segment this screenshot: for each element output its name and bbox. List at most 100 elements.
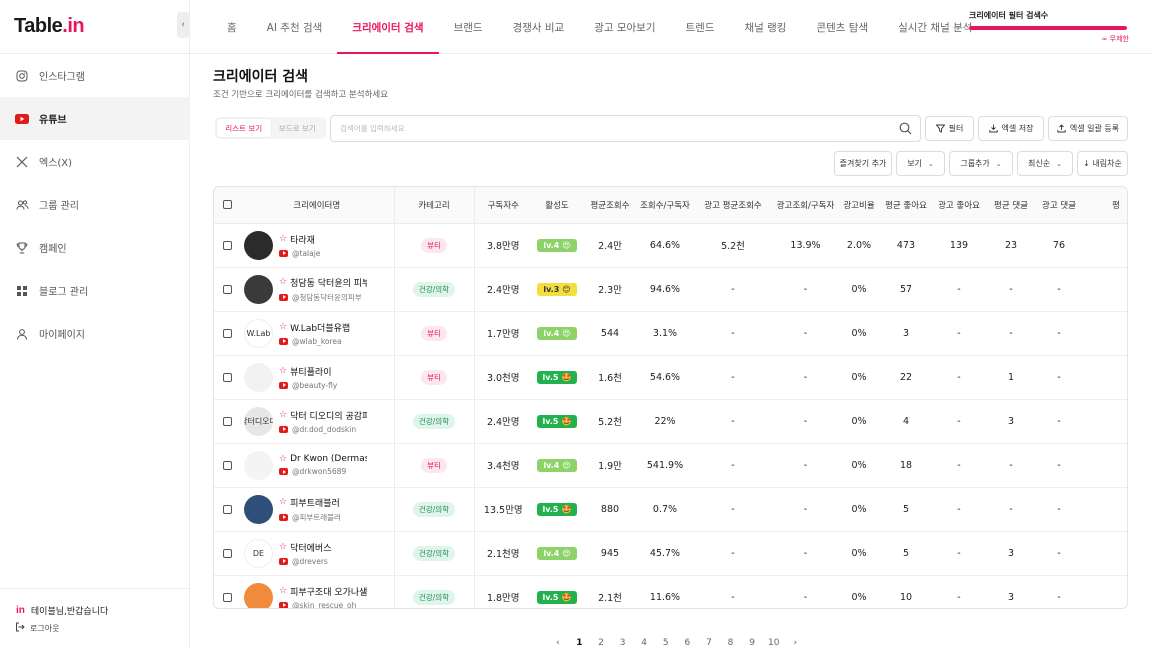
page-button[interactable]: 10 (763, 638, 785, 648)
next-page-button[interactable]: › (785, 638, 807, 648)
tab-4[interactable]: 경쟁사 비교 (498, 0, 580, 54)
table-row[interactable]: ☆ 피부구조대 오가나샐 @skin_rescue_oh 건강/의학 1.8만명 lv.5… (214, 575, 1127, 608)
table-row[interactable]: ☆ 피부트래블러 @피부트래블러 건강/의학 13.5만명 lv.5 🤩 880 0.7% - -0… (214, 487, 1127, 532)
sidebar-item-trophy[interactable]: 캠페인 (0, 226, 190, 269)
view-dropdown[interactable]: 보기 ⌄ (896, 151, 945, 176)
excel-save-button[interactable]: 엑셀 저장 (978, 116, 1044, 141)
tab-0[interactable]: 홈 (212, 0, 252, 54)
creator-name[interactable]: 청담동 닥터윤의 피부 (290, 276, 367, 289)
row-checkbox[interactable] (222, 460, 232, 470)
column-header[interactable]: 평균 좋아요 (881, 187, 931, 224)
avatar[interactable] (244, 450, 273, 480)
star-icon[interactable]: ☆ (279, 322, 287, 332)
page-button[interactable]: 3 (612, 638, 634, 648)
column-header[interactable]: 구독자수 (474, 187, 532, 224)
row-checkbox[interactable] (222, 372, 232, 382)
sidebar-collapse-button[interactable]: ‹ (177, 12, 189, 38)
tab-7[interactable]: 채널 랭킹 (729, 0, 801, 54)
page-button[interactable]: 8 (720, 638, 742, 648)
row-checkbox[interactable] (222, 548, 232, 558)
row-checkbox[interactable] (222, 240, 232, 250)
star-icon[interactable]: ☆ (279, 410, 287, 420)
excel-bulk-upload-button[interactable]: 엑셀 일괄 등록 (1048, 116, 1128, 141)
sidebar-item-user[interactable]: 마이페이지 (0, 312, 190, 355)
column-header[interactable]: 광고비율 (837, 187, 881, 224)
tab-3[interactable]: 브랜드 (439, 0, 498, 54)
table-row[interactable]: ☆ 타라재 @talaje 뷰티 3.8만명 lv.4 😍 2.4만 64.6% 5.2천 13.9… (214, 223, 1127, 268)
tab-8[interactable]: 콘텐츠 탐색 (801, 0, 883, 54)
page-button[interactable]: 4 (633, 638, 655, 648)
column-header[interactable]: 평균조회수 (582, 187, 638, 224)
star-icon[interactable]: ☆ (279, 454, 287, 464)
filter-button[interactable]: 필터 (925, 116, 974, 141)
row-checkbox[interactable] (222, 284, 232, 294)
column-header[interactable]: 평 (1083, 187, 1127, 224)
sidebar-item-x[interactable]: 엑스(X) (0, 140, 190, 183)
column-header[interactable]: 광고 평균조회수 (692, 187, 774, 224)
star-icon[interactable]: ☆ (279, 586, 287, 596)
row-checkbox[interactable] (222, 328, 232, 338)
avatar[interactable] (244, 362, 273, 392)
column-header[interactable]: 카테고리 (394, 187, 475, 224)
tab-6[interactable]: 트렌드 (671, 0, 730, 54)
avatar[interactable]: DE (244, 538, 273, 568)
tab-5[interactable]: 광고 모아보기 (579, 0, 670, 54)
creator-name[interactable]: 닥터에버스 (290, 541, 331, 554)
creator-name[interactable]: W.Lab더블유랩 (290, 321, 350, 334)
list-view-button[interactable]: 리스트 보기 (217, 119, 271, 137)
row-checkbox[interactable] (222, 592, 232, 602)
creator-name[interactable]: 타라재 (290, 233, 315, 246)
star-icon[interactable]: ☆ (279, 366, 287, 376)
page-button[interactable]: 9 (741, 638, 763, 648)
avatar[interactable]: W.Lab (244, 318, 273, 348)
avatar[interactable] (244, 274, 273, 304)
table-row[interactable]: ☆ 뷰티플라이 @beauty-fly 뷰티 3.0천명 lv.5 🤩 1.6천 54.6% - -… (214, 355, 1127, 400)
page-button[interactable]: 7 (698, 638, 720, 648)
table-row[interactable]: ☆ Dr Kwon (Dermas @drkwon5689 뷰티 3.4천명 lv.4 😍 1… (214, 443, 1127, 488)
sort-dropdown[interactable]: 최신순 ⌄ (1017, 151, 1073, 176)
star-icon[interactable]: ☆ (279, 542, 287, 552)
avatar[interactable] (244, 582, 273, 608)
column-header[interactable]: 활성도 (532, 187, 582, 224)
table-row[interactable]: DE ☆ 닥터에버스 @drevers 건강/의학 2.1천명 lv.4 😍 945 45.7% -… (214, 531, 1127, 576)
add-favorite-button[interactable]: 즐겨찾기 추가 (834, 151, 892, 176)
star-icon[interactable]: ☆ (279, 497, 287, 507)
sidebar-item-instagram[interactable]: 인스타그램 (0, 54, 190, 97)
table-row[interactable]: 닥터디오디 ☆닥터 디오디의 공감피부 @dr.dod_dodskin 건강/의학 2.… (214, 399, 1127, 444)
tab-2[interactable]: 크리에이터 검색 (337, 0, 439, 54)
column-header[interactable]: 광고 좋아요 (931, 187, 987, 224)
search-icon[interactable] (899, 122, 912, 138)
select-all-checkbox[interactable] (222, 199, 232, 209)
column-header[interactable]: 광고조회/구독자 (774, 187, 837, 224)
page-button[interactable]: 6 (677, 638, 699, 648)
avatar[interactable] (244, 494, 273, 524)
page-button[interactable]: 2 (590, 638, 612, 648)
logout-button[interactable]: 로그아웃 (15, 622, 59, 634)
sort-order-button[interactable]: ↓ 내림차순 (1077, 151, 1128, 176)
group-add-dropdown[interactable]: 그룹추가 ⌄ (949, 151, 1013, 176)
prev-page-button[interactable]: ‹ (547, 638, 569, 648)
sidebar-item-group[interactable]: 그룹 관리 (0, 183, 190, 226)
page-button[interactable]: 5 (655, 638, 677, 648)
row-checkbox[interactable] (222, 416, 232, 426)
table-row[interactable]: W.Lab ☆ W.Lab더블유랩 @wlab_korea 뷰티 1.7만명 lv.4 😍 54… (214, 311, 1127, 356)
creator-name[interactable]: 뷰티플라이 (290, 365, 331, 378)
star-icon[interactable]: ☆ (279, 277, 287, 287)
avatar[interactable]: 닥터디오디 (244, 406, 273, 436)
avatar[interactable] (244, 230, 273, 260)
column-header[interactable]: 광고 댓글 (1035, 187, 1083, 224)
row-checkbox[interactable] (222, 504, 232, 514)
sidebar-item-grid[interactable]: 블로그 관리 (0, 269, 190, 312)
page-button[interactable]: 1 (569, 638, 591, 648)
logo[interactable]: Table.in (14, 15, 85, 38)
board-view-button[interactable]: 보드로 보기 (271, 119, 325, 137)
star-icon[interactable]: ☆ (279, 234, 287, 244)
column-header[interactable]: 평균 댓글 (987, 187, 1035, 224)
creator-name[interactable]: 피부구조대 오가나샐 (290, 585, 367, 598)
creator-name[interactable]: 피부트래블러 (290, 496, 340, 509)
creator-name[interactable]: 닥터 디오디의 공감피부 (290, 409, 367, 422)
search-input[interactable] (340, 124, 880, 133)
column-header[interactable]: 조회수/구독자 (638, 187, 692, 224)
table-row[interactable]: ☆ 청담동 닥터윤의 피부 @청담동닥터윤의피부 건강/의학 2.4만명 lv.3 😊 2.3… (214, 267, 1127, 312)
tab-1[interactable]: AI 추천 검색 (252, 0, 338, 54)
